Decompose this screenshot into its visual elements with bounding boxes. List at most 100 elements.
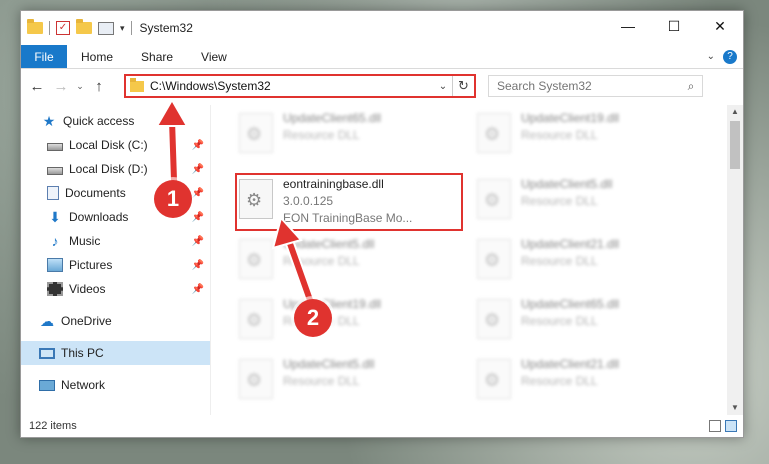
- videos-icon: [47, 282, 63, 296]
- file-name: UpdateClient65.dll: [283, 111, 382, 125]
- file-item[interactable]: UpdateClient65.dll Resource DLL: [239, 111, 469, 163]
- cloud-icon: ☁: [40, 313, 54, 329]
- disk-icon: [47, 166, 63, 175]
- file-description: Resource DLL: [283, 254, 360, 268]
- pictures-icon: [47, 258, 63, 272]
- sidebar-item-label: Quick access: [63, 114, 135, 128]
- sidebar-item-videos[interactable]: Videos 📌: [21, 277, 210, 301]
- search-icon[interactable]: ⌕: [680, 79, 702, 94]
- tab-view[interactable]: View: [187, 45, 241, 68]
- view-toggle: [709, 420, 743, 432]
- file-item[interactable]: UpdateClient19.dll Resource DLL: [477, 111, 707, 163]
- address-dropdown-chevron-icon[interactable]: ⌄: [434, 81, 452, 92]
- search-input[interactable]: [497, 79, 680, 93]
- file-description: Resource DLL: [283, 374, 360, 388]
- toolbar-divider: [130, 21, 132, 35]
- sidebar-item-label: Local Disk (D:): [69, 162, 148, 176]
- network-icon: [39, 379, 55, 391]
- minimize-button[interactable]: —: [605, 11, 651, 41]
- sidebar-item-onedrive[interactable]: ☁ OneDrive: [21, 309, 210, 333]
- customize-toolbar-chevron-icon[interactable]: ▾: [120, 23, 125, 34]
- forward-arrow-icon[interactable]: →: [49, 78, 73, 95]
- sidebar-item-label: Local Disk (C:): [69, 138, 148, 152]
- file-name: UpdateClient5.dll: [521, 177, 613, 191]
- sidebar-item-local-disk-c[interactable]: Local Disk (C:) 📌: [21, 133, 210, 157]
- file-name: UpdateClient5.dll: [283, 357, 375, 371]
- title-bar: ✓ ▾ System32 — ☐ ✕: [21, 11, 743, 45]
- help-icon[interactable]: ?: [723, 49, 737, 64]
- pin-icon[interactable]: 📌: [192, 212, 204, 223]
- pc-icon: [39, 347, 55, 359]
- sidebar-item-music[interactable]: ♪ Music 📌: [21, 229, 210, 253]
- star-icon: ★: [42, 113, 56, 129]
- file-description: Resource DLL: [521, 314, 598, 328]
- sidebar-item-label: Pictures: [69, 258, 113, 272]
- content-area: ★ Quick access Local Disk (C:) 📌 Local D…: [21, 105, 743, 415]
- refresh-icon[interactable]: ↻: [452, 76, 474, 96]
- file-name: UpdateClient65.dll: [521, 297, 620, 311]
- quick-access-toolbar: ✓ ▾: [21, 19, 132, 35]
- scroll-down-arrow-icon[interactable]: ▼: [727, 401, 743, 415]
- file-item[interactable]: UpdateClient5.dll Resource DLL: [239, 357, 469, 409]
- file-description: Resource DLL: [521, 374, 598, 388]
- dll-file-icon: [477, 113, 511, 153]
- back-arrow-icon[interactable]: ←: [25, 78, 49, 95]
- pin-icon[interactable]: 📌: [192, 260, 204, 271]
- file-explorer-window: ✓ ▾ System32 — ☐ ✕ File Home Share View …: [20, 10, 744, 438]
- file-list: UpdateClient65.dll Resource DLL eontrain…: [211, 105, 743, 415]
- address-path[interactable]: C:\Windows\System32: [150, 79, 434, 93]
- tab-home[interactable]: Home: [67, 45, 127, 68]
- tab-share[interactable]: Share: [127, 45, 187, 68]
- search-box[interactable]: ⌕: [488, 75, 703, 97]
- file-item[interactable]: UpdateClient21.dll Resource DLL: [477, 237, 707, 289]
- file-description: Resource DLL: [521, 254, 598, 268]
- pin-icon[interactable]: 📌: [192, 236, 204, 247]
- pin-icon[interactable]: 📌: [192, 284, 204, 295]
- file-description: Resource DLL: [521, 194, 598, 208]
- pin-icon[interactable]: 📌: [192, 188, 204, 199]
- dll-file-icon: [239, 239, 273, 279]
- sidebar-item-pictures[interactable]: Pictures 📌: [21, 253, 210, 277]
- sidebar-item-label: This PC: [61, 346, 104, 360]
- large-icons-view-icon[interactable]: [725, 420, 737, 432]
- details-view-icon[interactable]: [709, 420, 721, 432]
- file-item[interactable]: UpdateClient19.dll Resource DLL: [239, 297, 469, 349]
- expand-ribbon-chevron-icon[interactable]: ⌄: [707, 51, 715, 62]
- sidebar-item-quick-access[interactable]: ★ Quick access: [21, 109, 210, 133]
- dll-file-icon: [239, 299, 273, 339]
- dll-file-icon: [239, 359, 273, 399]
- sidebar-item-label: OneDrive: [61, 314, 112, 328]
- sidebar-item-local-disk-d[interactable]: Local Disk (D:) 📌: [21, 157, 210, 181]
- dll-file-icon: [477, 299, 511, 339]
- file-item[interactable]: UpdateClient5.dll Resource DLL: [239, 237, 469, 289]
- ribbon-tabs: File Home Share View ⌄ ?: [21, 45, 743, 69]
- music-icon: ♪: [51, 233, 59, 249]
- address-bar[interactable]: C:\Windows\System32 ⌄ ↻: [124, 74, 476, 98]
- maximize-button[interactable]: ☐: [651, 11, 697, 41]
- vertical-scrollbar[interactable]: ▲ ▼: [727, 105, 743, 415]
- properties-icon[interactable]: [98, 21, 114, 35]
- pin-icon[interactable]: 📌: [192, 140, 204, 151]
- new-folder-icon[interactable]: [76, 19, 92, 34]
- file-item[interactable]: UpdateClient5.dll Resource DLL: [477, 177, 707, 229]
- scroll-up-arrow-icon[interactable]: ▲: [727, 105, 743, 119]
- navigation-pane: ★ Quick access Local Disk (C:) 📌 Local D…: [21, 105, 211, 415]
- documents-icon: [47, 186, 59, 200]
- close-button[interactable]: ✕: [697, 11, 743, 41]
- sidebar-item-this-pc[interactable]: This PC: [21, 341, 210, 365]
- tab-file[interactable]: File: [21, 45, 67, 68]
- sidebar-item-label: Music: [69, 234, 101, 248]
- sidebar-item-network[interactable]: Network: [21, 373, 210, 397]
- properties-check-icon[interactable]: ✓: [56, 21, 70, 35]
- file-item[interactable]: UpdateClient21.dll Resource DLL: [477, 357, 707, 409]
- sidebar-item-label: Downloads: [69, 210, 129, 224]
- scrollbar-thumb[interactable]: [730, 121, 740, 169]
- file-item[interactable]: UpdateClient65.dll Resource DLL: [477, 297, 707, 349]
- navigation-bar: ← → ⌄ ↑ C:\Windows\System32 ⌄ ↻ ⌕: [21, 69, 743, 103]
- disk-icon: [47, 142, 63, 151]
- pin-icon[interactable]: 📌: [192, 164, 204, 175]
- status-bar: 122 items: [21, 415, 743, 437]
- recent-locations-chevron-icon[interactable]: ⌄: [73, 81, 87, 92]
- dll-file-icon: [239, 113, 273, 153]
- up-arrow-icon[interactable]: ↑: [87, 78, 111, 95]
